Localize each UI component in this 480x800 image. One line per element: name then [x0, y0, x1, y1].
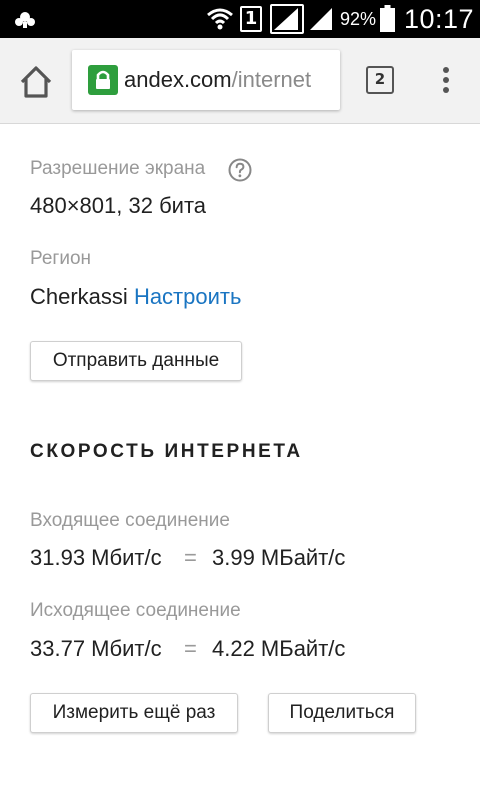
equals-sign: =	[184, 545, 197, 570]
url-host: andex.com	[124, 67, 232, 92]
region-value-row: Cherkassi Настроить	[30, 284, 241, 310]
browser-toolbar: andex.com/internet 2	[0, 38, 480, 124]
send-data-button[interactable]: Отправить данные	[30, 341, 242, 381]
measure-again-button[interactable]: Измерить ещё раз	[30, 693, 238, 733]
status-bar: 1 92% 10:17	[0, 0, 480, 38]
lock-icon	[88, 65, 118, 95]
resolution-value: 480×801, 32 бита	[30, 193, 207, 218]
download-mbyte: 3.99 МБайт/с	[212, 545, 346, 570]
download-speed-row: 31.93 Мбит/с = 3.99 МБайт/с	[30, 545, 345, 571]
wifi-icon	[207, 8, 233, 30]
sim-icon: 1	[240, 6, 262, 32]
upload-mbyte: 4.22 МБайт/с	[212, 636, 346, 661]
upload-speed-row: 33.77 Мбит/с = 4.22 МБайт/с	[30, 636, 345, 662]
region-settings-link[interactable]: Настроить	[134, 284, 242, 309]
help-icon[interactable]	[228, 158, 252, 182]
equals-sign: =	[184, 636, 197, 661]
download-mbit: 31.93 Мбит/с	[30, 545, 162, 570]
page-content: Разрешение экрана 480×801, 32 бита Регио…	[0, 125, 480, 800]
menu-dots-icon[interactable]	[436, 66, 456, 96]
battery-icon	[380, 5, 395, 32]
home-icon[interactable]	[14, 62, 58, 102]
tabs-button[interactable]: 2	[366, 66, 394, 94]
signal-icon-2	[310, 8, 332, 30]
address-bar[interactable]: andex.com/internet	[72, 50, 340, 110]
upload-label: Исходящее соединение	[30, 600, 241, 621]
url-text: andex.com/internet	[124, 67, 311, 93]
signal-icon	[270, 4, 304, 34]
battery-percent: 92%	[340, 9, 377, 29]
resolution-label: Разрешение экрана	[30, 158, 206, 179]
url-path: /internet	[231, 67, 312, 92]
app-notification-icon	[15, 12, 35, 28]
region-label: Регион	[30, 248, 92, 269]
region-value: Cherkassi	[30, 284, 128, 309]
download-label: Входящее соединение	[30, 510, 230, 531]
upload-mbit: 33.77 Мбит/с	[30, 636, 162, 661]
section-title: СКОРОСТЬ ИНТЕРНЕТА	[30, 441, 303, 462]
share-button[interactable]: Поделиться	[268, 693, 416, 733]
clock: 10:17	[404, 4, 475, 34]
